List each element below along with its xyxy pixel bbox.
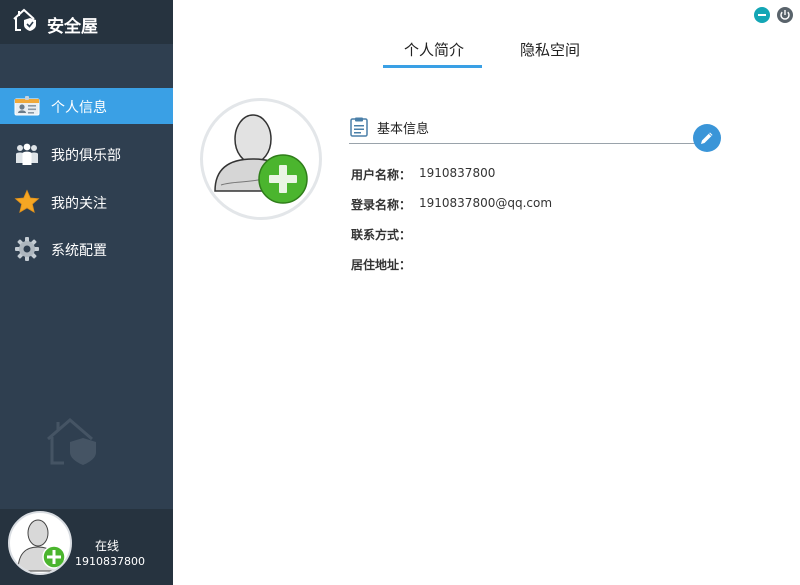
sidebar-item-label: 系统配置: [51, 243, 107, 259]
active-tab-indicator: [383, 65, 482, 68]
group-icon: [14, 141, 40, 167]
user-panel: 在线 1910837800: [0, 509, 173, 585]
sidebar-item-personal-info[interactable]: 个人信息: [0, 88, 173, 124]
edit-button[interactable]: [693, 124, 721, 152]
id-card-icon: [14, 93, 40, 119]
sidebar-item-label: 我的俱乐部: [51, 148, 121, 164]
address-label: 居住地址：: [351, 258, 412, 272]
pencil-icon: [701, 132, 713, 144]
sidebar-item-label: 个人信息: [51, 100, 107, 116]
user-id: 1910837800: [75, 555, 145, 568]
app-title: 安全屋: [47, 17, 98, 37]
app-header: 安全屋: [0, 0, 173, 44]
username-value: 1910837800: [419, 166, 496, 180]
power-icon[interactable]: [777, 7, 793, 23]
contact-label: 联系方式：: [351, 228, 412, 242]
house-shield-watermark-icon: [44, 415, 100, 471]
login-name-value: 1910837800@qq.com: [419, 196, 553, 210]
sidebar-item-my-club[interactable]: 我的俱乐部: [0, 136, 173, 172]
profile-avatar[interactable]: [200, 98, 322, 220]
user-avatar[interactable]: [8, 511, 72, 575]
section-title: 基本信息: [377, 122, 430, 137]
star-icon: [14, 189, 40, 215]
user-status: 在线: [94, 539, 119, 553]
sidebar: 安全屋 个人信息 我的俱乐部 我的关注 系统配置 在线 1910837800: [0, 0, 173, 585]
sidebar-item-system-settings[interactable]: 系统配置: [0, 231, 173, 267]
username-label: 用户名称：: [351, 168, 412, 182]
gear-icon: [14, 236, 40, 262]
clipboard-icon: [350, 117, 368, 141]
tab-profile[interactable]: 个人简介: [404, 39, 464, 60]
house-shield-logo-icon: [12, 8, 38, 36]
sidebar-item-label: 我的关注: [51, 196, 107, 212]
section-divider: [349, 143, 699, 144]
sidebar-item-my-follows[interactable]: 我的关注: [0, 184, 173, 220]
minimize-icon[interactable]: [754, 7, 770, 23]
login-name-label: 登录名称：: [351, 198, 412, 212]
tab-privacy-space[interactable]: 隐私空间: [520, 39, 580, 60]
